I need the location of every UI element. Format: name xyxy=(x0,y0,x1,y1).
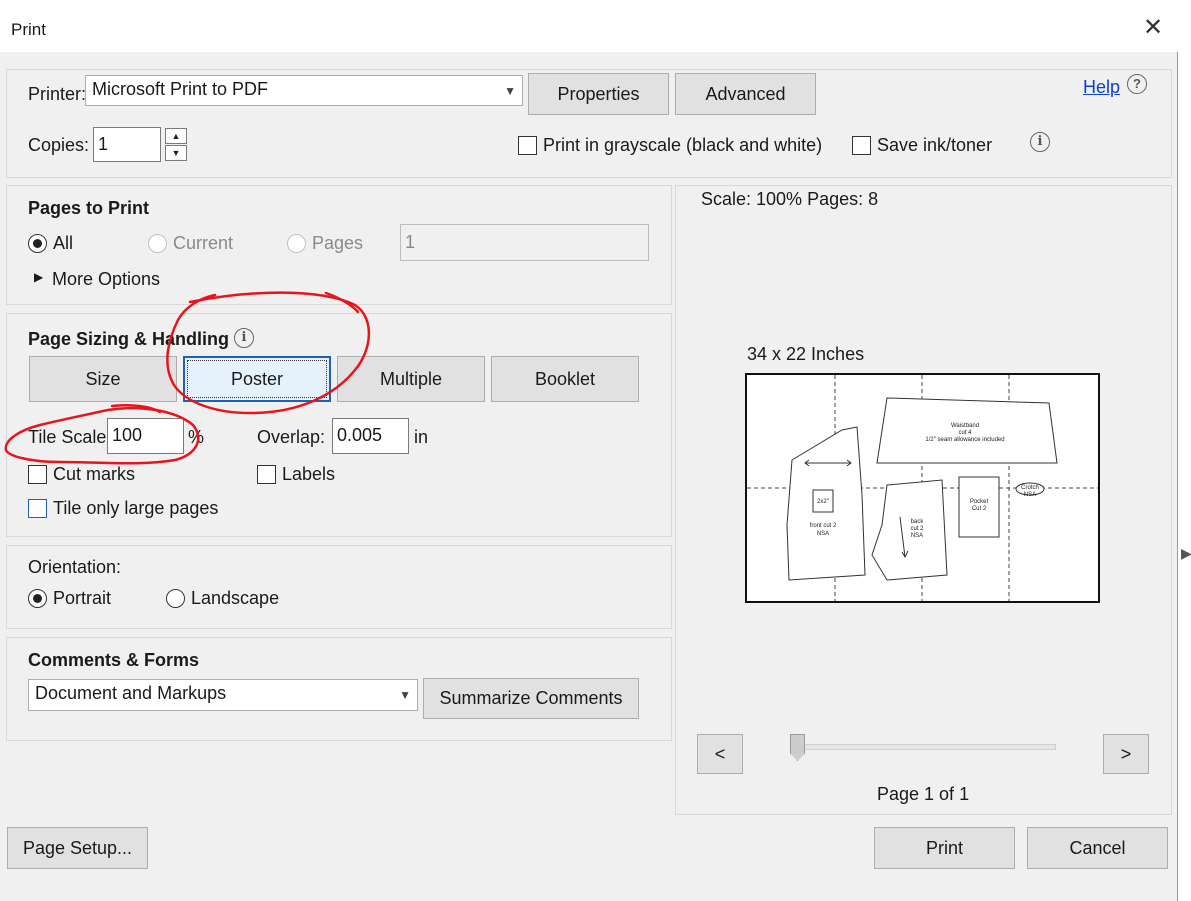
tile-scale-annotation-circle xyxy=(4,406,200,465)
poster-annotation-tail xyxy=(324,291,360,314)
red-annotations xyxy=(4,291,371,465)
poster-annotation-circle xyxy=(166,291,371,415)
